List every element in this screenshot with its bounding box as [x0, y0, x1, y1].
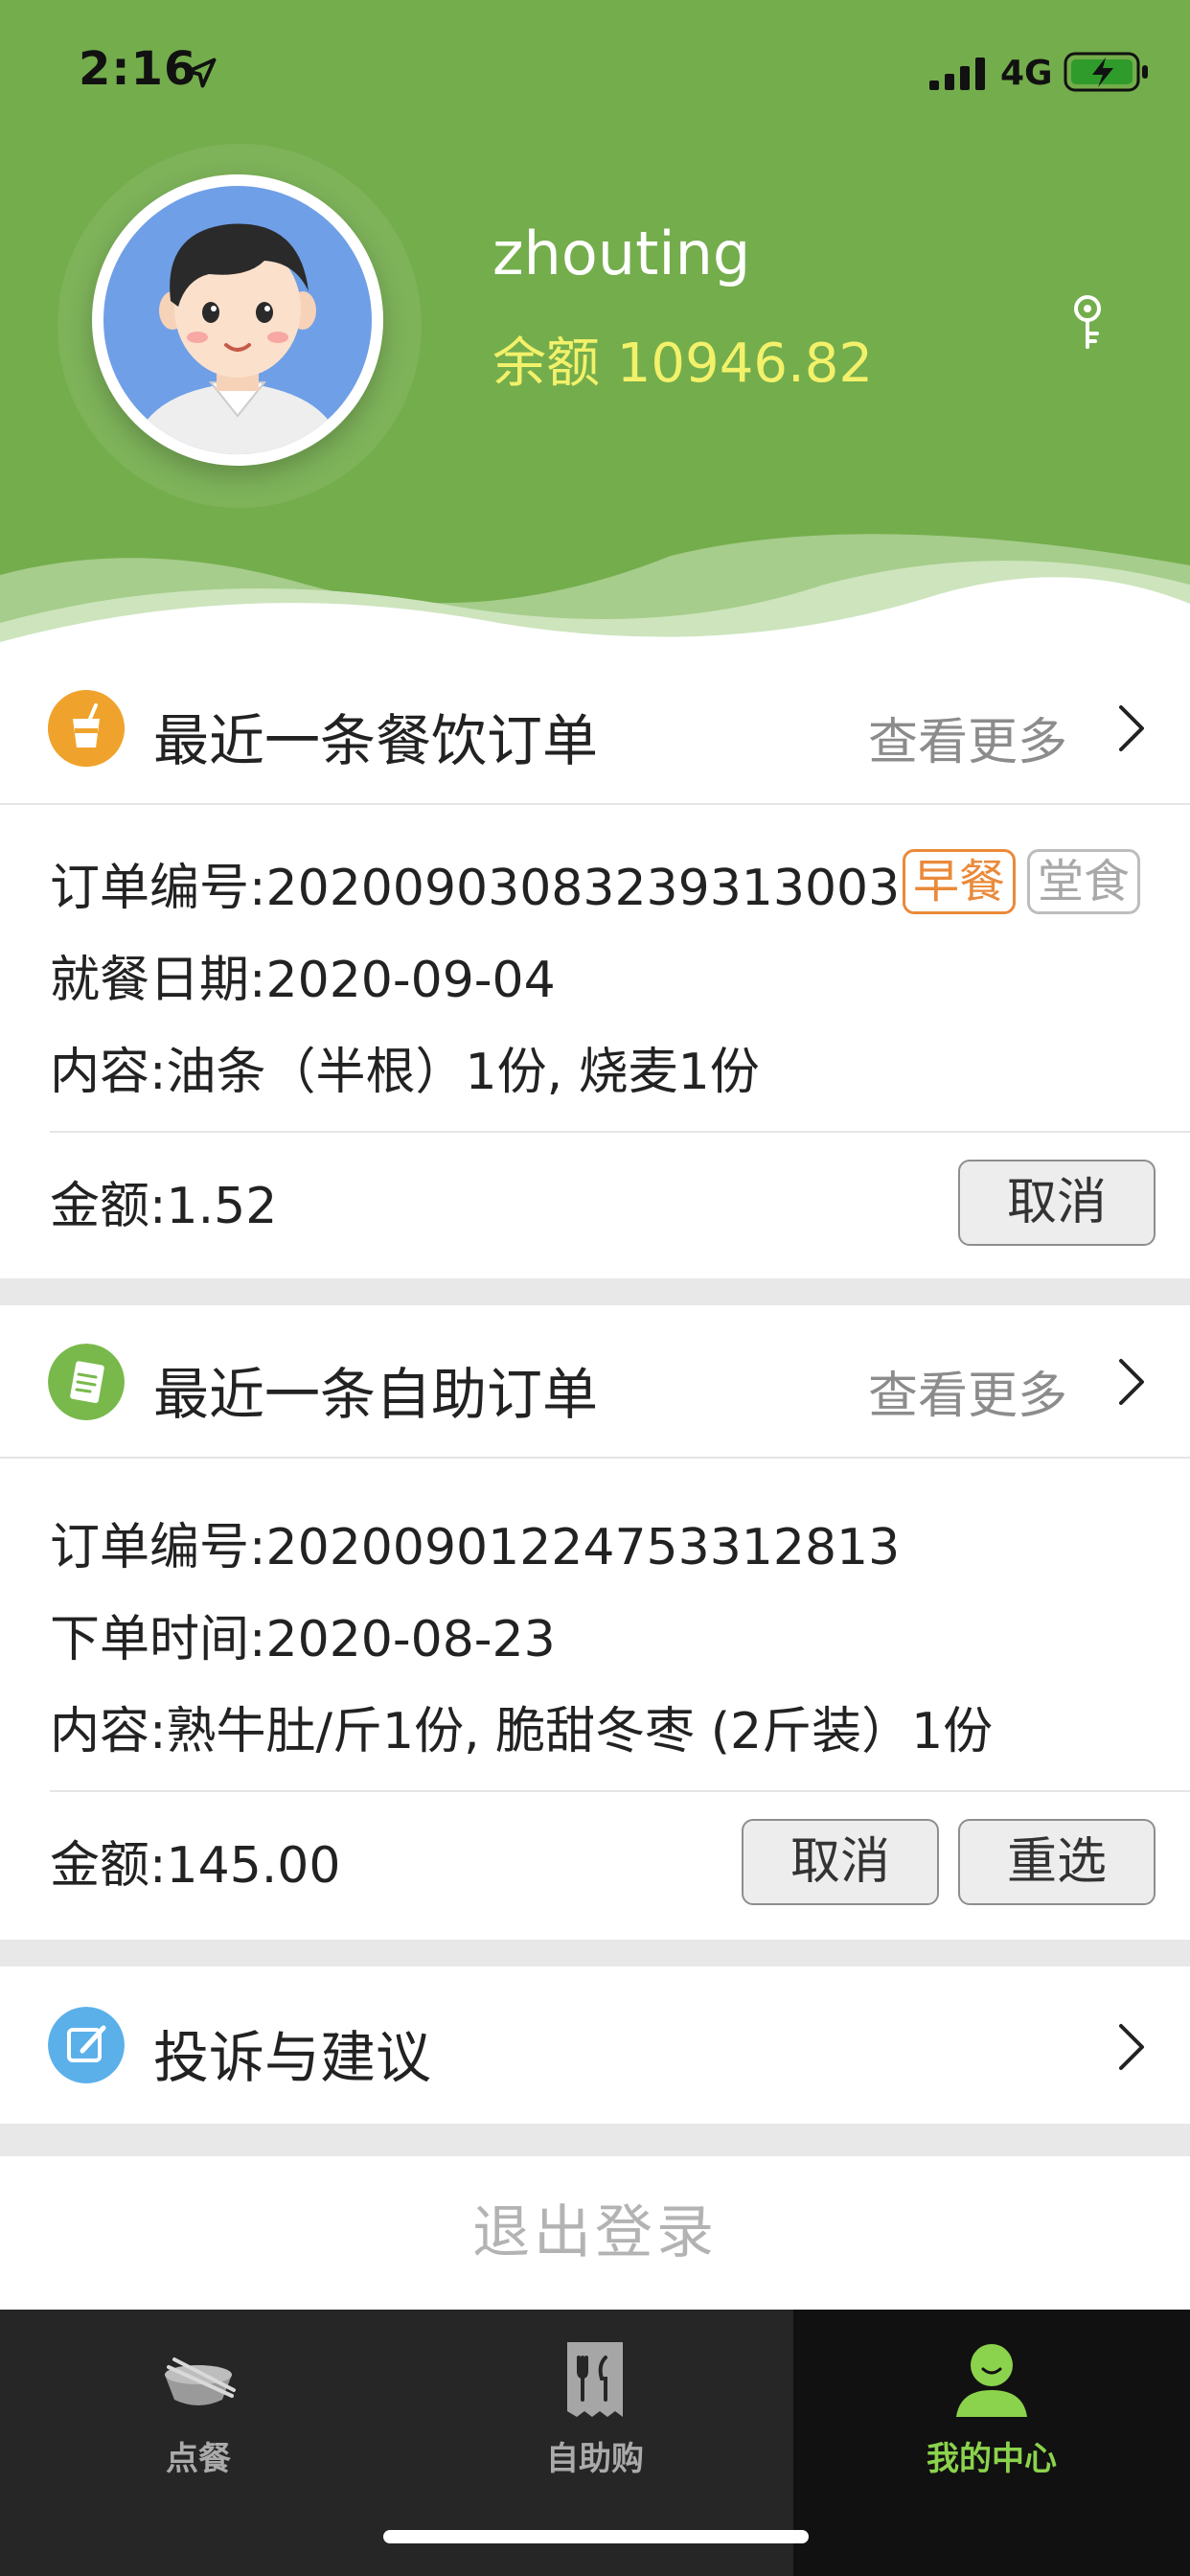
reselect-button[interactable]: 重选 [958, 1819, 1156, 1905]
battery-charging-icon [1064, 52, 1148, 92]
meal-tag: 早餐 [903, 849, 1017, 914]
chevron-right-icon[interactable] [1115, 1355, 1148, 1409]
boy-avatar-icon [103, 186, 372, 454]
balance: 余额 10946.82 [492, 333, 874, 395]
dining-content: 内容:油条（半根）1份, 烧麦1份 [50, 1044, 760, 1101]
section-gap [0, 1278, 1190, 1305]
divider [50, 1790, 1190, 1792]
divider [50, 1131, 1190, 1133]
dining-amount: 金额:1.52 [50, 1178, 278, 1235]
network-type: 4G [1000, 54, 1053, 93]
status-bar: 2:16 4G [0, 0, 1190, 134]
username: zhouting [492, 218, 751, 288]
self-order-card: 最近一条自助订单 查看更多 订单编号:20200901224753312813 … [0, 1305, 1190, 1938]
user-icon [956, 2344, 1027, 2417]
self-cancel-button[interactable]: 取消 [742, 1819, 939, 1905]
chevron-right-icon[interactable] [1115, 702, 1148, 755]
tab-label: 点餐 [166, 2440, 231, 2478]
avatar[interactable] [92, 174, 383, 466]
self-order-header[interactable]: 最近一条自助订单 查看更多 [0, 1305, 1190, 1459]
header-waves [0, 534, 1190, 652]
tab-my-center[interactable]: 我的中心 [793, 2310, 1190, 2576]
bowl-icon [165, 2358, 236, 2405]
section-gap [0, 1940, 1190, 1966]
tab-label: 我的中心 [927, 2440, 1057, 2478]
self-order-time: 下单时间:2020-08-23 [50, 1611, 556, 1668]
feedback-title: 投诉与建议 [153, 2025, 432, 2090]
dining-cancel-button[interactable]: 取消 [958, 1160, 1156, 1246]
notepad-icon [48, 1344, 125, 1420]
dining-order-number: 订单编号:20200903083239313003 [50, 860, 901, 917]
self-order-amount: 金额:145.00 [50, 1837, 341, 1895]
profile-header: 2:16 4G zhouting 余额 10946.82 [0, 0, 1190, 652]
dining-view-more[interactable]: 查看更多 [868, 702, 1067, 773]
logout-button[interactable]: 退出登录 [0, 2156, 1190, 2310]
key-icon[interactable] [1065, 293, 1110, 351]
dining-order-card: 最近一条餐饮订单 查看更多 订单编号:20200903083239313003 … [0, 652, 1190, 1275]
drink-cup-icon [48, 690, 125, 767]
cellular-signal-icon [929, 58, 985, 90]
chevron-right-icon[interactable] [1115, 2020, 1148, 2074]
dining-order-title: 最近一条餐饮订单 [153, 708, 599, 773]
dining-date: 就餐日期:2020-09-04 [50, 952, 556, 1009]
self-view-more[interactable]: 查看更多 [868, 1355, 1067, 1427]
status-time: 2:16 [79, 42, 197, 96]
receipt-utensils-icon [567, 2342, 623, 2417]
dine-type-tag: 堂食 [1027, 849, 1141, 914]
self-order-title: 最近一条自助订单 [153, 1362, 599, 1427]
tab-order-food[interactable]: 点餐 [0, 2310, 397, 2576]
self-order-content: 内容:熟牛肚/斤1份, 脆甜冬枣 (2斤装）1份 [50, 1703, 994, 1760]
dining-order-header[interactable]: 最近一条餐饮订单 查看更多 [0, 652, 1190, 805]
section-gap [0, 2124, 1190, 2156]
self-order-number: 订单编号:20200901224753312813 [50, 1519, 901, 1576]
home-indicator[interactable] [383, 2530, 809, 2543]
edit-note-icon [48, 2007, 125, 2083]
location-arrow-icon [186, 58, 217, 88]
feedback-row[interactable]: 投诉与建议 [0, 1966, 1190, 2124]
tab-label: 自助购 [546, 2440, 644, 2478]
